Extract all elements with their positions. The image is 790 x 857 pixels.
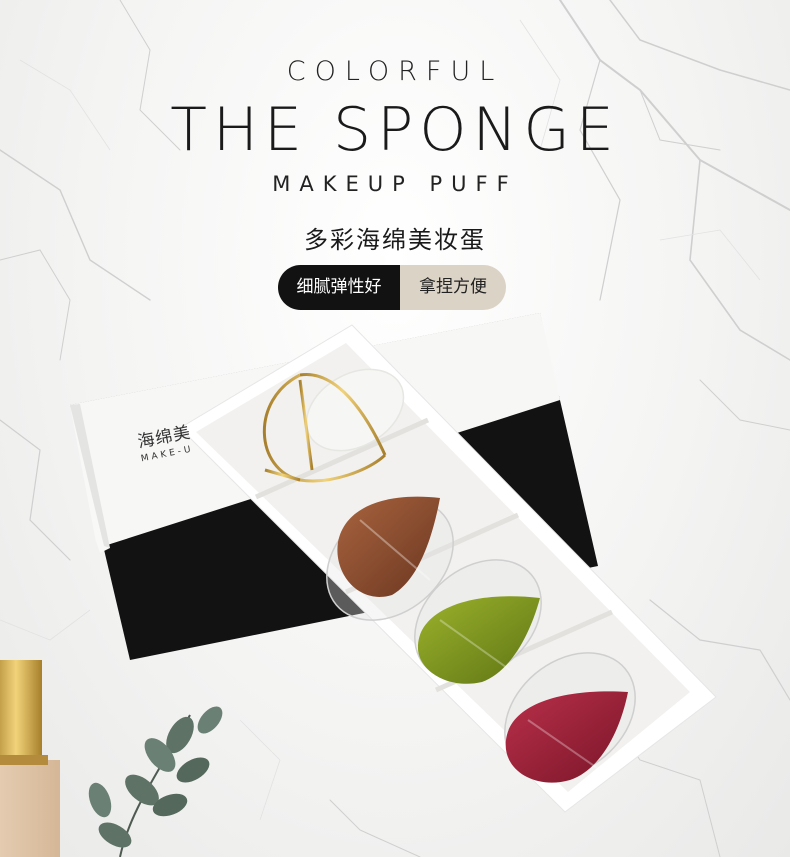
eucalyptus-branch xyxy=(88,706,223,857)
foundation-bottle xyxy=(0,660,60,857)
product-scene xyxy=(0,313,717,857)
product-banner: COLORFUL THE SPONGE MAKEUP PUFF 多彩海绵美妆蛋 … xyxy=(0,0,790,857)
